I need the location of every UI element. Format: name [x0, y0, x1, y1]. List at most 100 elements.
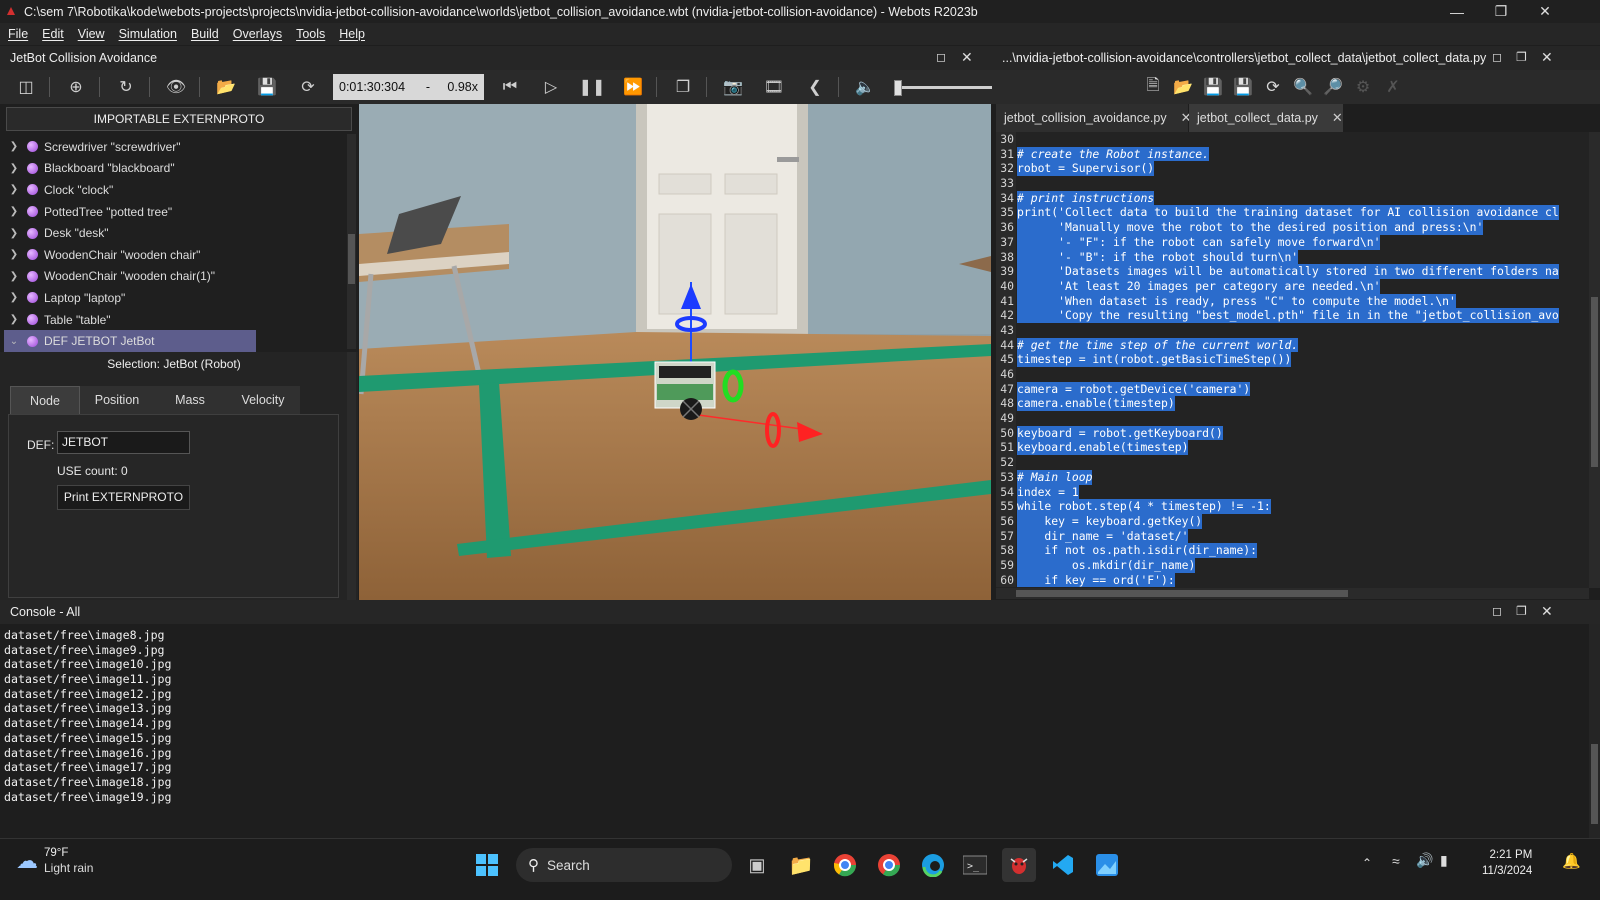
code-line[interactable]: 31 # create the Robot instance.: [996, 146, 1589, 162]
photos-app-icon[interactable]: [1090, 848, 1124, 882]
new-file-icon[interactable]: 🗎: [1138, 74, 1168, 100]
close-dock-icon[interactable]: ✕: [961, 49, 973, 66]
code-line[interactable]: 57 dir_name = 'dataset/': [996, 528, 1589, 544]
minimize-dock-icon[interactable]: ◻: [1492, 604, 1502, 618]
toggle-scene-tree-icon[interactable]: ◫: [11, 74, 41, 100]
code-line[interactable]: 48 camera.enable(timestep): [996, 396, 1589, 412]
volume-slider[interactable]: [892, 74, 992, 100]
step-icon[interactable]: ▷: [536, 74, 566, 100]
clean-icon[interactable]: ✗: [1378, 74, 1408, 100]
chrome-profile-icon[interactable]: [872, 848, 906, 882]
vscode-icon[interactable]: [1046, 848, 1080, 882]
tab-velocity[interactable]: Velocity: [226, 386, 300, 414]
code-line[interactable]: 55 while robot.step(4 * timestep) != -1:: [996, 499, 1589, 514]
expand-arrow-icon[interactable]: ❯: [7, 314, 21, 325]
console-scrollbar[interactable]: [1589, 624, 1600, 838]
notification-bell-icon[interactable]: 🔔: [1562, 852, 1581, 870]
code-line[interactable]: 38 '- "B": if the robot should turn\n': [996, 249, 1589, 265]
code-line[interactable]: 58 if not os.path.isdir(dir_name):: [996, 543, 1589, 558]
tree-node[interactable]: ❯ Screwdriver "screwdriver": [4, 136, 346, 158]
menu-build[interactable]: Build: [191, 27, 219, 41]
code-line[interactable]: 51 keyboard.enable(timestep): [996, 440, 1589, 456]
close-tab-icon[interactable]: ✕: [1332, 110, 1343, 126]
find-icon[interactable]: 🔍: [1288, 74, 1318, 100]
save-file-icon[interactable]: 💾: [1198, 74, 1228, 100]
tree-node[interactable]: ❯ Clock "clock": [4, 179, 346, 201]
expand-arrow-icon[interactable]: ❯: [7, 184, 21, 195]
tab-node[interactable]: Node: [10, 386, 80, 414]
menu-edit[interactable]: Edit: [42, 27, 64, 41]
code-line[interactable]: 52: [996, 455, 1589, 470]
code-editor[interactable]: 30 31 # create the Robot instance. 32 robot …: [996, 132, 1589, 588]
code-line[interactable]: 53 # Main loop: [996, 469, 1589, 485]
start-windows-icon[interactable]: [470, 848, 504, 882]
expand-arrow-icon[interactable]: ❯: [7, 206, 21, 217]
show-hidden-icons-chevron-icon[interactable]: ⌃: [1362, 856, 1372, 870]
code-line[interactable]: 49: [996, 411, 1589, 426]
volume-icon[interactable]: 🔊: [1416, 852, 1433, 869]
build-gear-icon[interactable]: ⚙: [1348, 74, 1378, 100]
screenshot-camera-icon[interactable]: 📷: [718, 74, 748, 100]
minimize-dock-icon[interactable]: ◻: [1492, 50, 1502, 64]
scrollbar-thumb[interactable]: [348, 234, 355, 284]
code-line[interactable]: 34 # print instructions: [996, 190, 1589, 206]
view-eye-icon[interactable]: 👁: [161, 74, 191, 100]
code-line[interactable]: 44 # get the time step of the current wor…: [996, 337, 1589, 353]
tab-position[interactable]: Position: [80, 386, 154, 414]
tree-node[interactable]: ❯ Table "table": [4, 309, 346, 331]
code-line[interactable]: 37 '- "F": if the robot can safely move …: [996, 234, 1589, 250]
save-world-icon[interactable]: 💾: [252, 74, 282, 100]
code-line[interactable]: 40 'At least 20 images per category are …: [996, 278, 1589, 294]
code-line[interactable]: 47 camera = robot.getDevice('camera'): [996, 381, 1589, 397]
mute-sound-icon[interactable]: 🔈: [850, 74, 880, 100]
replace-icon[interactable]: 🔎: [1318, 74, 1348, 100]
menu-view[interactable]: View: [78, 27, 105, 41]
menu-overlays[interactable]: Overlays: [233, 27, 282, 41]
open-world-icon[interactable]: 📂: [211, 74, 241, 100]
code-line[interactable]: 59 os.mkdir(dir_name): [996, 557, 1589, 573]
terminal-icon[interactable]: >_: [958, 848, 992, 882]
edge-icon[interactable]: [916, 848, 950, 882]
code-horizontal-scrollbar[interactable]: [996, 588, 1589, 599]
float-dock-icon[interactable]: ❐: [1516, 604, 1527, 618]
volume-slider-handle[interactable]: [894, 80, 902, 96]
float-dock-icon[interactable]: ◻: [936, 50, 946, 64]
close-window-button[interactable]: ✕: [1522, 0, 1568, 23]
tree-node[interactable]: ❯ WoodenChair "wooden chair(1)": [4, 266, 346, 288]
code-line[interactable]: 43: [996, 322, 1589, 338]
scrollbar-thumb[interactable]: [1591, 297, 1598, 467]
code-line[interactable]: 35 print('Collect data to build the train…: [996, 205, 1589, 221]
code-line[interactable]: 46: [996, 367, 1589, 382]
tree-node-selected[interactable]: ⌄ DEF JETBOT JetBot: [4, 330, 256, 352]
task-view-icon[interactable]: ▣: [740, 848, 774, 882]
taskbar-clock[interactable]: 2:21 PM 11/3/2024: [1482, 847, 1532, 879]
weather-widget[interactable]: ☁ 79°F Light rain: [16, 847, 93, 875]
scrollbar-thumb[interactable]: [1591, 744, 1598, 824]
code-line[interactable]: 56 key = keyboard.getKey(): [996, 513, 1589, 529]
minimize-button[interactable]: —: [1434, 0, 1480, 23]
console-output[interactable]: dataset/free\image8.jpg dataset/free\imag…: [0, 624, 1600, 838]
expand-arrow-icon[interactable]: ❯: [7, 249, 21, 260]
save-as-icon[interactable]: 💾: [1228, 74, 1258, 100]
float-dock-icon[interactable]: ❐: [1516, 50, 1527, 64]
share-icon[interactable]: ❮: [800, 74, 830, 100]
file-explorer-icon[interactable]: 📁: [784, 848, 818, 882]
close-dock-icon[interactable]: ✕: [1541, 603, 1553, 620]
menu-help[interactable]: Help: [339, 27, 365, 41]
code-line[interactable]: 54 index = 1: [996, 484, 1589, 500]
code-line[interactable]: 32 robot = Supervisor(): [996, 161, 1589, 177]
expand-arrow-icon[interactable]: ❯: [7, 228, 21, 239]
open-file-icon[interactable]: 📂: [1168, 74, 1198, 100]
render-toggle-icon[interactable]: ❐: [668, 74, 698, 100]
code-line[interactable]: 36 'Manually move the robot to the desir…: [996, 220, 1589, 235]
battery-icon[interactable]: ▮: [1440, 852, 1448, 869]
code-vertical-scrollbar[interactable]: [1589, 132, 1600, 588]
code-line[interactable]: 42 'Copy the resulting "best_model.pth" …: [996, 308, 1589, 323]
code-line[interactable]: 45 timestep = int(robot.getBasicTimeStep(…: [996, 352, 1589, 367]
code-line[interactable]: 60 if key == ord('F'):: [996, 572, 1589, 588]
webots-taskbar-icon[interactable]: [1002, 848, 1036, 882]
scrollbar-thumb[interactable]: [1016, 590, 1348, 597]
tree-node[interactable]: ❯ WoodenChair "wooden chair": [4, 244, 346, 266]
maximize-button[interactable]: ❐: [1478, 0, 1524, 23]
def-name-field[interactable]: JETBOT: [57, 431, 190, 454]
